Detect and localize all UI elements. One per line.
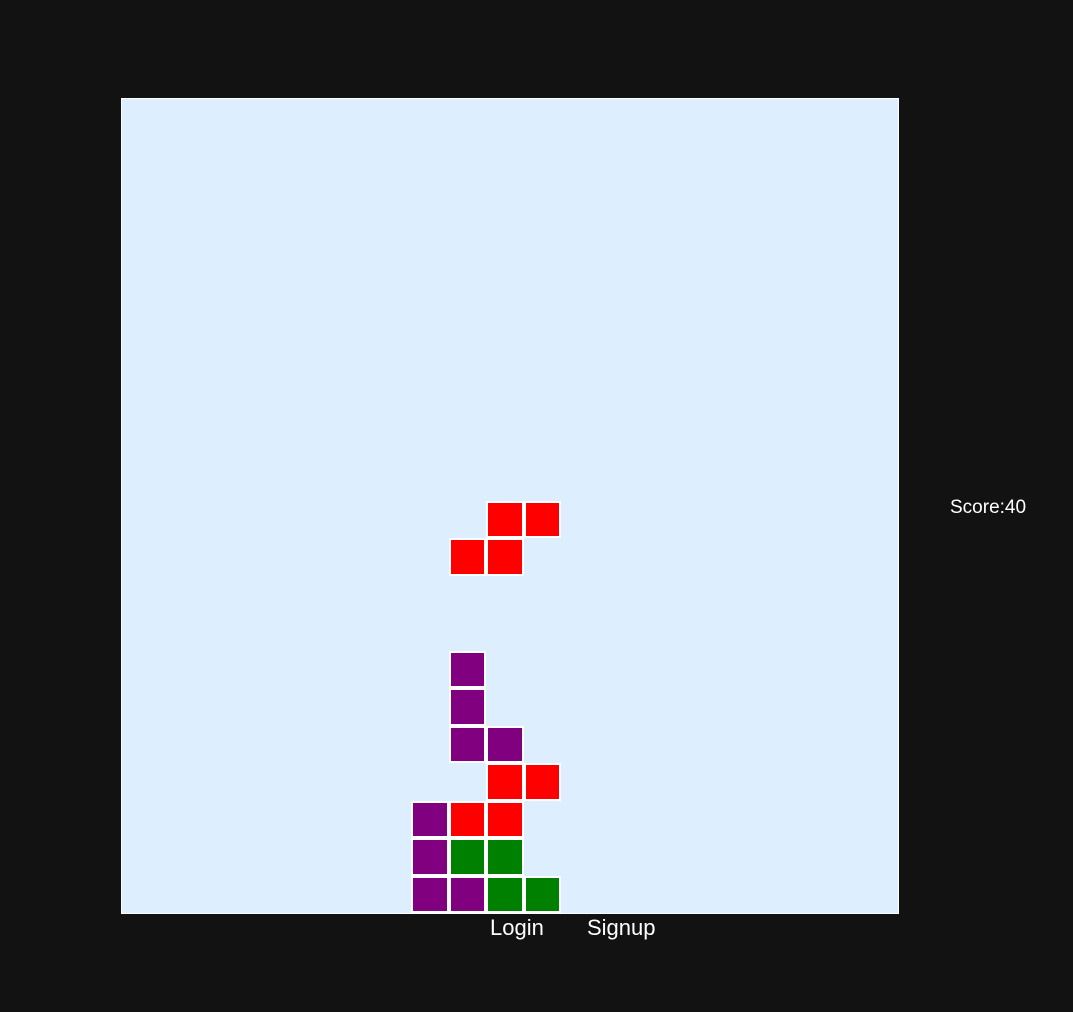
- stacked-block: [448, 725, 486, 763]
- stacked-block: [486, 838, 524, 876]
- stacked-block: [411, 875, 449, 913]
- falling-block: [448, 538, 486, 576]
- stacked-block: [448, 875, 486, 913]
- game-board[interactable]: [121, 98, 899, 914]
- stacked-block: [411, 838, 449, 876]
- stacked-block: [486, 875, 524, 913]
- stacked-block: [486, 763, 524, 801]
- stacked-block: [523, 763, 561, 801]
- falling-block: [486, 500, 524, 538]
- login-link[interactable]: Login: [490, 915, 544, 941]
- stacked-block: [486, 800, 524, 838]
- signup-link[interactable]: Signup: [587, 915, 656, 941]
- stacked-block: [486, 725, 524, 763]
- stacked-block: [523, 875, 561, 913]
- falling-block: [523, 500, 561, 538]
- tetris-page: Score:40 Login Signup: [0, 0, 1073, 1012]
- falling-block: [486, 538, 524, 576]
- stacked-block: [411, 800, 449, 838]
- stacked-block: [448, 838, 486, 876]
- stacked-block: [448, 800, 486, 838]
- stacked-block: [448, 650, 486, 688]
- stacked-block: [448, 688, 486, 726]
- score-label: Score:40: [950, 497, 1027, 518]
